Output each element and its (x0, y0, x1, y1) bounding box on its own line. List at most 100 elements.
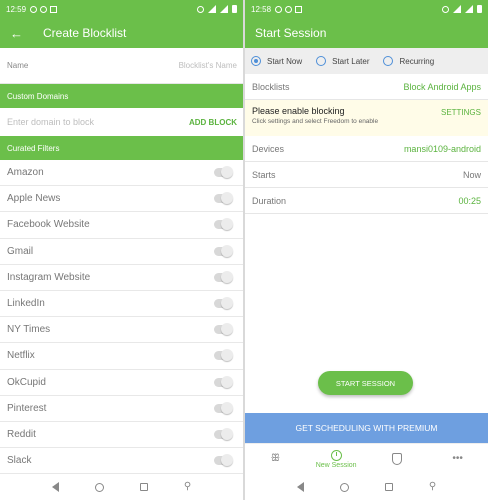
premium-banner[interactable]: GET SCHEDULING WITH PREMIUM (245, 413, 488, 443)
facebook-icon (285, 5, 293, 13)
tab-label: New Session (315, 461, 357, 469)
filter-row: Amazon (0, 160, 243, 187)
status-bar: 12:59 (0, 0, 243, 18)
blocklists-value[interactable]: Block Android Apps (403, 82, 481, 92)
filter-row: Pinterest (0, 396, 243, 422)
battery-icon (232, 5, 237, 13)
nav-recents-icon[interactable] (384, 483, 393, 491)
battery-icon (477, 5, 482, 13)
devices-value[interactable]: mansi0109-android (404, 144, 481, 154)
filter-row: LinkedIn (0, 291, 243, 318)
app-bar: Start Session (245, 18, 488, 48)
filter-row: Reddit (0, 422, 243, 449)
tab-blocklists[interactable] (367, 444, 428, 474)
curated-filters-header: Curated Filters (0, 136, 243, 160)
filter-label: Reddit (7, 428, 36, 440)
duration-value[interactable]: 00:25 (458, 196, 481, 206)
filter-label: Netflix (7, 350, 35, 362)
page-title: Start Session (255, 26, 327, 40)
nav-recents-icon[interactable] (139, 483, 148, 491)
radio-label: Recurring (399, 56, 435, 66)
shield-icon (391, 453, 402, 465)
devices-row[interactable]: Devices mansi0109-android (245, 136, 488, 162)
gallery-icon (295, 5, 303, 13)
filter-toggle[interactable] (214, 166, 233, 179)
starts-value[interactable]: Now (463, 170, 481, 180)
filter-row: OkCupid (0, 370, 243, 396)
filter-toggle[interactable] (214, 323, 233, 336)
system-nav-bar: ⚲ (0, 474, 243, 500)
filter-toggle[interactable] (214, 297, 233, 310)
filter-toggle[interactable] (214, 454, 233, 467)
filter-row: Netflix (0, 343, 243, 370)
toggle-knob (221, 166, 233, 179)
filter-toggle[interactable] (214, 218, 233, 231)
radio-start-later[interactable]: Start Later (316, 56, 369, 66)
radio-label: Start Now (267, 56, 303, 66)
filter-toggle[interactable] (214, 401, 233, 414)
filter-toggle[interactable] (214, 270, 233, 283)
duration-row[interactable]: Duration 00:25 (245, 188, 488, 214)
signal-icon (453, 5, 461, 13)
filter-label: Apple News (7, 193, 61, 205)
curated-filter-list: Amazon Apple News Facebook Website Gmail Ins… (0, 160, 243, 475)
toggle-knob (221, 297, 233, 310)
bottom-tab-bar: ꕥ New Session ••• (245, 443, 488, 474)
name-label: Name (7, 61, 29, 70)
toggle-knob (221, 244, 233, 257)
blocklists-row[interactable]: Blocklists Block Android Apps (245, 74, 488, 100)
alarm-icon (442, 5, 449, 13)
accessibility-icon[interactable]: ⚲ (184, 482, 191, 492)
filter-label: NY Times (7, 324, 51, 336)
radio-unselected-icon (316, 56, 327, 66)
custom-domains-header: Custom Domains (0, 84, 243, 108)
name-placeholder[interactable]: Blocklist's Name (179, 61, 237, 70)
starts-row[interactable]: Starts Now (245, 162, 488, 188)
facebook-icon (40, 5, 48, 13)
nav-back-icon[interactable] (51, 482, 59, 492)
accessibility-icon[interactable]: ⚲ (429, 482, 436, 492)
notification-icon (275, 5, 283, 13)
status-time: 12:59 (6, 4, 27, 14)
tab-more[interactable]: ••• (427, 444, 488, 474)
tab-freedom[interactable]: ꕥ (245, 444, 306, 474)
duration-label: Duration (252, 195, 287, 206)
filter-toggle[interactable] (214, 349, 233, 362)
filter-label: OkCupid (7, 376, 46, 388)
filter-row: Facebook Website (0, 212, 243, 239)
tab-new-session[interactable]: New Session (306, 444, 367, 474)
radio-label: Start Later (332, 56, 370, 66)
nav-home-icon[interactable] (94, 482, 104, 492)
back-arrow-icon[interactable]: ← (10, 26, 23, 41)
filter-toggle[interactable] (214, 192, 233, 205)
toggle-knob (221, 454, 233, 467)
enable-blocking-warning: Please enable blocking Click settings an… (245, 100, 488, 136)
filter-toggle[interactable] (214, 427, 233, 440)
system-nav-bar: ⚲ (245, 474, 488, 500)
domain-input[interactable]: Enter domain to block (7, 117, 94, 127)
add-block-button[interactable]: ADD BLOCK (189, 118, 237, 127)
filter-toggle[interactable] (214, 375, 233, 388)
filter-toggle[interactable] (214, 244, 233, 257)
radio-recurring[interactable]: Recurring (383, 56, 434, 66)
nav-back-icon[interactable] (296, 482, 304, 492)
filter-label: LinkedIn (7, 298, 45, 310)
filter-label: Pinterest (7, 402, 47, 414)
start-session-button[interactable]: START SESSION (318, 371, 413, 395)
signal-icon (208, 5, 216, 13)
settings-button[interactable]: SETTINGS (441, 108, 481, 117)
alarm-icon (197, 5, 204, 13)
filter-row: Slack (0, 448, 243, 475)
toggle-knob (221, 218, 233, 231)
filter-row: Instagram Website (0, 265, 243, 291)
toggle-knob (221, 323, 233, 336)
name-field[interactable]: Name Blocklist's Name (0, 48, 243, 84)
signal-icon-2 (465, 5, 473, 13)
radio-start-now[interactable]: Start Now (251, 56, 302, 66)
domain-input-row: Enter domain to block ADD BLOCK (0, 108, 243, 136)
app-bar: ← Create Blocklist (0, 18, 243, 48)
radio-selected-icon (251, 56, 261, 66)
toggle-knob (221, 375, 233, 388)
nav-home-icon[interactable] (339, 482, 349, 492)
filter-label: Instagram Website (7, 271, 91, 283)
